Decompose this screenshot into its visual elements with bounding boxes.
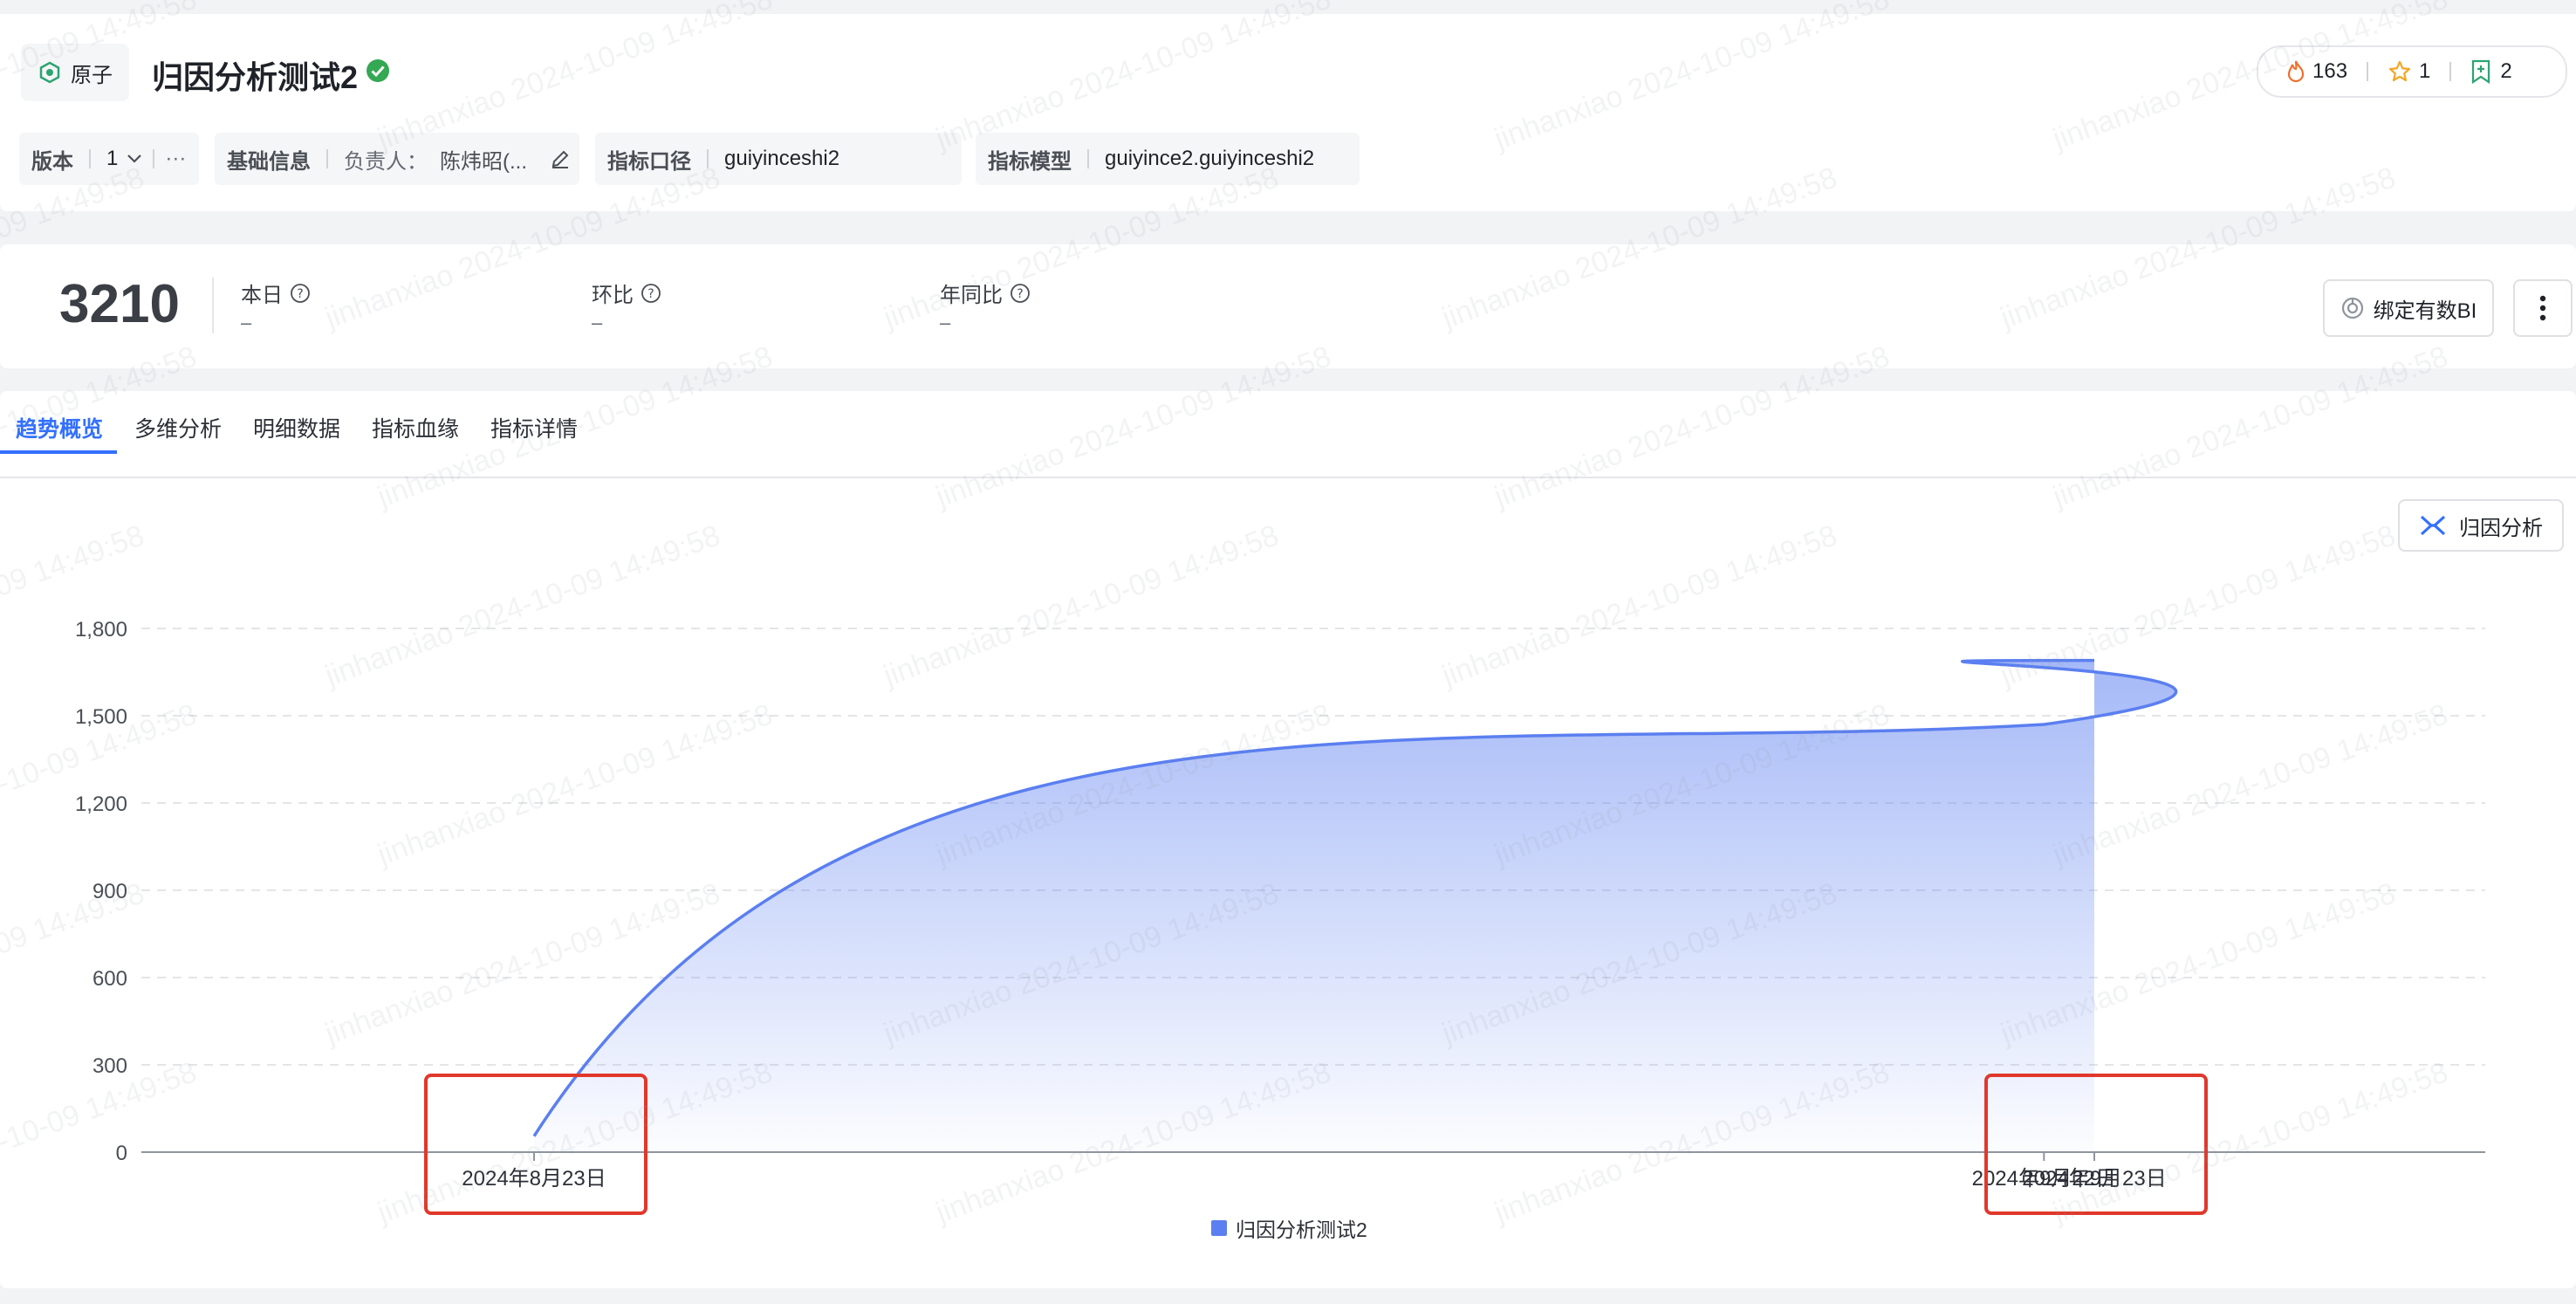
y-tick-label: 1,800 (75, 618, 127, 642)
tab-detail-data[interactable]: 明细数据 (253, 412, 340, 443)
tab-metric-details[interactable]: 指标详情 (490, 412, 578, 443)
legend-label: 归因分析测试2 (1236, 1218, 1367, 1241)
x-tick-label: 2024年8月23日 (462, 1167, 606, 1191)
metric-scope-label: 指标口径 (607, 149, 691, 174)
summary-card (0, 244, 2576, 368)
attribution-analysis-button[interactable]: 归因分析 (2398, 499, 2564, 552)
mom-stat: 环比 ? – (592, 278, 661, 334)
yoy-label: 年同比 (940, 284, 1003, 307)
basic-info-label: 基础信息 (227, 149, 311, 174)
version-selector[interactable]: 版本 1 ··· (19, 133, 199, 185)
metric-model-value: guiyince2.guiyinceshi2 (1105, 147, 1315, 170)
owner-value: 陈炜昭(... (440, 149, 527, 174)
fire-icon (2287, 60, 2305, 83)
help-icon[interactable]: ? (641, 283, 661, 304)
hot-count[interactable]: 163 (2285, 59, 2347, 84)
chart-legend[interactable]: 归因分析测试2 (1211, 1213, 1367, 1243)
trend-chart: 0 300 600 900 1,200 1,500 1,800 2024年8月23日 2024年… (75, 618, 2485, 1215)
tabs-divider (0, 477, 2576, 478)
bind-bi-button[interactable]: 绑定有数BI (2323, 279, 2494, 337)
chevron-down-icon (127, 154, 142, 163)
edit-icon[interactable] (550, 148, 571, 169)
more-button[interactable]: ··· (165, 147, 186, 171)
legend-swatch (1211, 1220, 1227, 1236)
y-tick-label: 1,500 (75, 705, 127, 729)
yoy-value: – (940, 312, 951, 333)
metric-scope-value: guiyinceshi2 (724, 147, 840, 170)
x-tick-label: 2024年9月23日 (2022, 1167, 2166, 1191)
series-area (534, 660, 2176, 1152)
mom-label: 环比 (592, 284, 634, 307)
y-tick-label: 300 (92, 1054, 127, 1078)
attribution-label: 归因分析 (2459, 516, 2543, 540)
bind-bi-label: 绑定有数BI (2373, 299, 2477, 323)
today-stat: 本日 ? – (241, 278, 311, 334)
active-tab-indicator (0, 450, 117, 454)
summary-divider (212, 278, 214, 333)
svg-text:?: ? (297, 287, 303, 301)
bi-link-icon (2341, 297, 2363, 319)
today-label: 本日 (241, 284, 283, 307)
help-icon[interactable]: ? (1010, 283, 1031, 304)
tab-trend-overview[interactable]: 趋势概览 (16, 412, 103, 443)
version-label: 版本 (31, 149, 73, 174)
help-icon[interactable]: ? (290, 283, 311, 304)
tab-lineage[interactable]: 指标血缘 (372, 412, 459, 443)
star-icon (2388, 60, 2411, 82)
metric-value: 3210 (59, 274, 180, 334)
bookmark-add-icon (2472, 59, 2490, 84)
attribution-icon (2420, 515, 2446, 536)
today-value: – (241, 312, 252, 333)
version-value: 1 (106, 147, 119, 170)
metric-model-label: 指标模型 (988, 149, 1072, 174)
metric-scope: 指标口径 guiyinceshi2 (595, 133, 962, 185)
star-count[interactable]: 1 (2388, 59, 2430, 84)
vertical-dots-icon (2539, 295, 2546, 321)
yoy-stat: 年同比 ? – (940, 278, 1031, 334)
bookmark-count[interactable]: 2 (2470, 59, 2512, 84)
y-tick-label: 600 (92, 967, 127, 991)
y-tick-label: 900 (92, 880, 127, 903)
type-badge: 原子 (21, 44, 129, 101)
stats-bar: 163 1 2 (2257, 45, 2567, 98)
type-badge-label: 原子 (71, 63, 113, 87)
mom-value: – (592, 312, 603, 333)
svg-text:?: ? (1017, 287, 1023, 301)
basic-info: 基础信息 负责人： 陈炜昭(... (215, 133, 579, 185)
more-actions-button[interactable] (2513, 279, 2573, 337)
page-title: 归因分析测试2 (152, 59, 359, 95)
atom-icon (39, 61, 60, 84)
y-tick-label: 1,200 (75, 793, 127, 816)
verified-icon (367, 59, 389, 82)
metric-model: 指标模型 guiyince2.guiyinceshi2 (976, 133, 1360, 185)
tab-multi-dimension[interactable]: 多维分析 (134, 412, 222, 443)
svg-text:?: ? (647, 287, 654, 301)
owner-label: 负责人： (344, 149, 428, 174)
y-tick-label: 0 (116, 1142, 127, 1165)
